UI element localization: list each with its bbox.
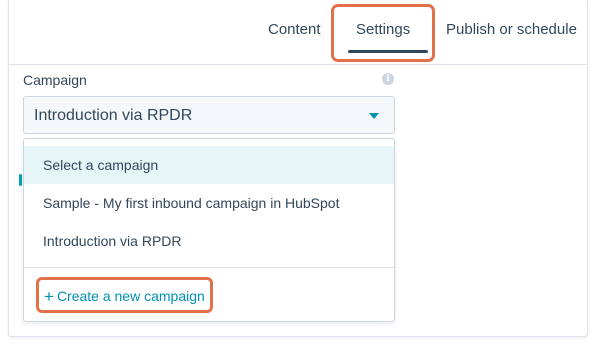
tab-content[interactable]: Content: [268, 21, 321, 38]
create-new-campaign-label: Create a new campaign: [56, 288, 205, 304]
campaign-select[interactable]: Introduction via RPDR: [23, 96, 395, 134]
underlying-accent-edge: [19, 174, 22, 186]
tab-settings[interactable]: Settings: [356, 21, 410, 38]
info-icon[interactable]: i: [382, 73, 394, 85]
caret-down-icon: [369, 113, 379, 119]
dropdown-option-sample-campaign[interactable]: Sample - My first inbound campaign in Hu…: [24, 184, 394, 222]
tab-bar: Content Settings Publish or schedule: [9, 0, 587, 65]
create-new-campaign-link[interactable]: + Create a new campaign: [44, 286, 205, 306]
campaign-label: Campaign: [23, 72, 87, 88]
campaign-dropdown-menu: Select a campaign Sample - My first inbo…: [23, 138, 395, 322]
tab-publish-or-schedule[interactable]: Publish or schedule: [446, 21, 577, 38]
dropdown-option-introduction-via-rpdr[interactable]: Introduction via RPDR: [24, 222, 394, 260]
dropdown-option-select-a-campaign[interactable]: Select a campaign: [24, 146, 394, 184]
dropdown-divider: [24, 267, 394, 268]
active-tab-indicator: [348, 50, 428, 53]
plus-icon: +: [44, 287, 54, 306]
settings-panel: Content Settings Publish or schedule Cam…: [8, 0, 588, 337]
campaign-selected-value: Introduction via RPDR: [34, 107, 193, 124]
